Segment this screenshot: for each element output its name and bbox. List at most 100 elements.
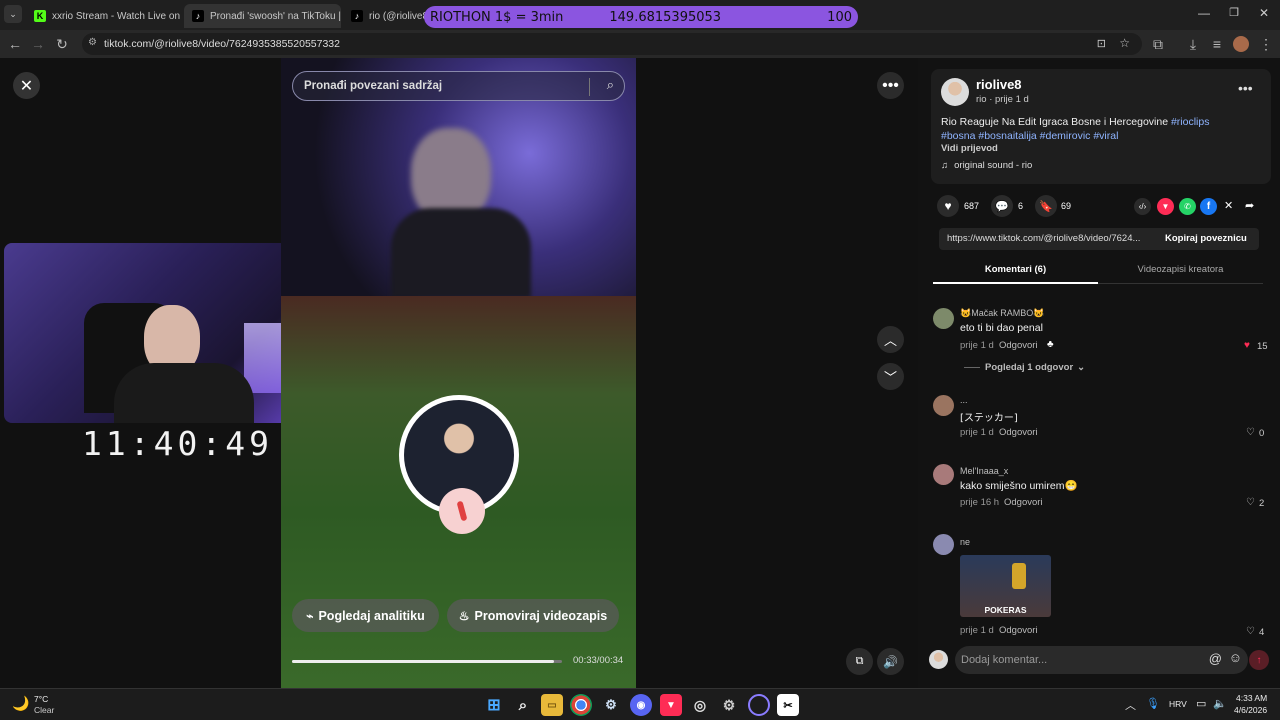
tiktok-studio-icon[interactable]: ▼	[660, 694, 682, 716]
windows-start-icon[interactable]: ⊞	[483, 694, 505, 716]
commenter-avatar[interactable]	[933, 534, 954, 555]
comment-like-icon[interactable]: ♡	[1246, 497, 1255, 508]
more-options-button[interactable]: •••	[877, 72, 904, 99]
tab-search-button[interactable]: ⌄	[4, 5, 22, 23]
view-replies-link[interactable]: Pogledaj 1 odgovor ⌄	[985, 362, 1085, 373]
discord-icon[interactable]: ◉	[630, 694, 652, 716]
mini-player-button[interactable]: ⧉	[846, 648, 873, 675]
comment-input[interactable]: Dodaj komentar... @ ☺	[955, 646, 1248, 674]
network-icon[interactable]: ▭	[1196, 697, 1206, 710]
x-twitter-icon[interactable]: ✕	[1224, 199, 1233, 212]
webcam-person-body	[114, 363, 254, 423]
facebook-icon[interactable]: f	[1200, 198, 1217, 215]
file-explorer-icon[interactable]: ▭	[541, 694, 563, 716]
progress-fill	[292, 660, 554, 663]
minimize-icon[interactable]: —	[1196, 6, 1212, 22]
tray-chevron-icon[interactable]: ︿	[1125, 697, 1136, 713]
hashtag-link[interactable]: #rioclips	[1171, 116, 1210, 128]
weather-icon[interactable]: 🌙	[12, 695, 29, 712]
profile-avatar[interactable]	[1233, 36, 1249, 52]
comment-like-icon[interactable]: ♡	[1246, 427, 1255, 438]
hashtag-link[interactable]: #bosna #bosnaitalija #demirovic #viral	[941, 130, 1118, 142]
reply-button[interactable]: Odgovori	[1004, 497, 1043, 508]
tab-tiktok-search[interactable]: ♪ Pronađi 'swoosh' na TikToku | P ✕	[184, 4, 341, 28]
tiktok-icon: ♪	[192, 10, 204, 22]
save-button[interactable]: 🔖	[1035, 195, 1057, 217]
reply-button[interactable]: Odgovori	[999, 427, 1038, 438]
translate-link[interactable]: Vidi prijevod	[941, 143, 998, 154]
tab-creator-videos[interactable]: Videozapisi kreatora	[1098, 258, 1263, 284]
copy-link-button[interactable]: Kopiraj poveznicu	[1165, 233, 1247, 244]
follow-plus-button[interactable]	[439, 488, 485, 534]
commenter-name[interactable]: ...	[960, 395, 968, 405]
analytics-button[interactable]: ⌁ Pogledaj analitiku	[292, 599, 439, 632]
forward-icon[interactable]: →	[28, 34, 48, 54]
video-player[interactable]: Pronađi povezani sadržaj ⌕ ⌁ Pogledaj an…	[281, 58, 636, 688]
sound-row[interactable]: ♫ original sound - rio	[941, 160, 1032, 171]
commenter-avatar[interactable]	[933, 464, 954, 485]
microphone-icon[interactable]: 🎙	[1146, 697, 1160, 710]
reply-button[interactable]: Odgovori	[999, 340, 1038, 351]
embed-icon[interactable]: ‹/›	[1134, 198, 1151, 215]
search-icon[interactable]: ⌕	[512, 694, 534, 716]
comment-button[interactable]: 💬	[991, 195, 1013, 217]
previous-video-button[interactable]: ︿	[877, 326, 904, 353]
promote-button[interactable]: ♨ Promoviraj videozapis	[447, 599, 619, 632]
search-icon[interactable]: ⌕	[607, 77, 614, 93]
downloads-icon[interactable]: ⤓	[1183, 34, 1203, 54]
volume-icon[interactable]: 🔈	[1213, 697, 1227, 710]
creator-avatar[interactable]	[941, 78, 969, 106]
language-indicator[interactable]: HRV	[1169, 699, 1187, 709]
progress-track[interactable]	[292, 660, 562, 663]
share-icon[interactable]: ➦	[1245, 199, 1254, 212]
reply-button[interactable]: Odgovori	[999, 625, 1038, 636]
steam-icon[interactable]: ⚙	[600, 694, 622, 716]
clock-time[interactable]: 4:33 AM	[1236, 693, 1267, 703]
extensions-icon[interactable]: ⧉	[1148, 34, 1168, 54]
commenter-name[interactable]: 😺Mačak RAMBO😺	[960, 308, 1044, 319]
repost-icon[interactable]: ▼	[1157, 198, 1174, 215]
emoji-icon[interactable]: ☺	[1229, 650, 1242, 665]
commenter-name[interactable]: ne	[960, 537, 970, 547]
commenter-name[interactable]: Mel'Inaaa_x	[960, 466, 1008, 476]
back-icon[interactable]: ←	[5, 34, 25, 54]
creator-username[interactable]: riolive8	[976, 77, 1022, 92]
weather-temp[interactable]: 7°C	[34, 694, 48, 704]
commenter-avatar[interactable]	[933, 308, 954, 329]
pin-icon	[456, 500, 468, 522]
close-video-button[interactable]: ✕	[13, 72, 40, 99]
music-note-icon: ♫	[941, 160, 949, 171]
restore-icon[interactable]: ❐	[1226, 6, 1242, 22]
like-button[interactable]: ♥	[937, 195, 959, 217]
capcut-icon[interactable]: ✂	[777, 694, 799, 716]
settings-icon[interactable]: ⚙	[718, 694, 740, 716]
tab-comments[interactable]: Komentari (6)	[933, 258, 1098, 284]
weather-desc: Clear	[34, 705, 55, 715]
site-info-icon[interactable]: ⚙	[88, 37, 97, 48]
app-circle-icon[interactable]	[748, 694, 770, 716]
comment-like-icon[interactable]: ♡	[1246, 626, 1255, 637]
video-time: 00:33/00:34	[573, 655, 624, 666]
bookmark-star-icon[interactable]: ☆	[1119, 36, 1130, 50]
post-link-text[interactable]: https://www.tiktok.com/@riolive8/video/7…	[947, 233, 1162, 244]
install-app-icon[interactable]: ⊡	[1097, 37, 1106, 50]
post-more-button[interactable]: •••	[1238, 80, 1253, 96]
comment-like-icon[interactable]: ♥	[1244, 340, 1250, 351]
analytics-icon: ⌁	[306, 608, 314, 623]
commenter-avatar[interactable]	[933, 395, 954, 416]
window-close-icon[interactable]: ✕	[1256, 6, 1272, 22]
tab-kick[interactable]: K xxrio Stream - Watch Live on Ki ✕	[26, 4, 181, 28]
post-comment-button[interactable]: ↑	[1249, 650, 1269, 670]
reload-icon[interactable]: ↻	[52, 34, 72, 54]
menu-icon[interactable]: ⋮	[1256, 34, 1276, 54]
video-search-box[interactable]: Pronađi povezani sadržaj ⌕	[292, 71, 625, 101]
next-video-button[interactable]: ﹀	[877, 363, 904, 390]
reading-list-icon[interactable]: ≡	[1207, 34, 1227, 54]
volume-button[interactable]: 🔊	[877, 648, 904, 675]
mention-icon[interactable]: @	[1209, 651, 1222, 666]
chrome-icon[interactable]	[570, 694, 592, 716]
url-field[interactable]: ⚙ tiktok.com/@riolive8/video/76249353855…	[82, 33, 1142, 55]
whatsapp-icon[interactable]: ✆	[1179, 198, 1196, 215]
obs-icon[interactable]: ◎	[689, 694, 711, 716]
tab-tiktok-profile[interactable]: ♪ rio (@riolive8) | T	[343, 4, 433, 28]
